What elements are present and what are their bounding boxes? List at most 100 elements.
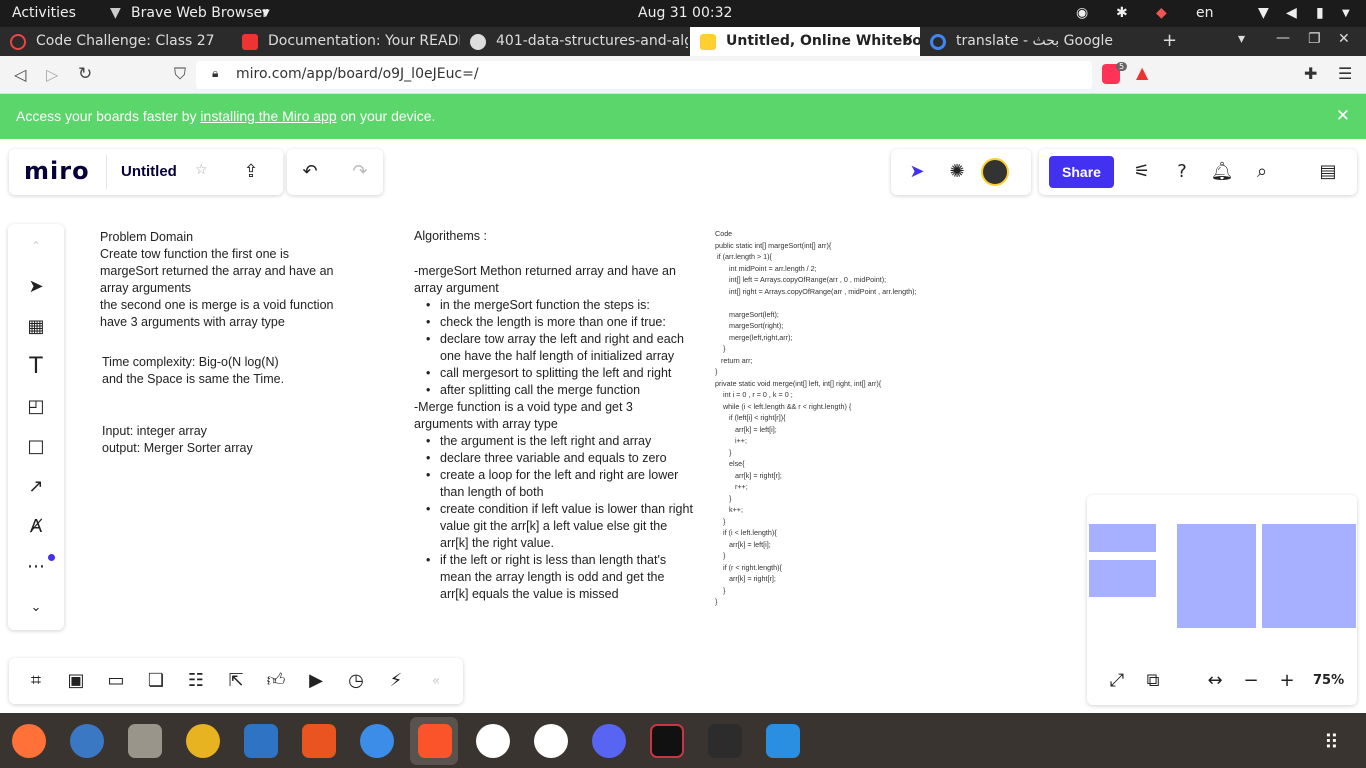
software-center-icon[interactable] [302,724,336,758]
url-field[interactable]: 🔒︎ miro.com/app/board/o9J_l0eJEuc=/ [196,61,1092,89]
share-screen-icon[interactable]: ⇱ [224,669,248,693]
search-icon[interactable]: ⌕ [1250,160,1274,184]
install-app-link[interactable]: installing the Miro app [200,108,336,124]
intellij-icon[interactable] [650,724,684,758]
collapse-bottom-toolbar-icon[interactable]: « [424,669,448,693]
slack-tray-icon[interactable]: ✱ [1116,5,1128,21]
discord-icon[interactable] [592,724,626,758]
fit-to-screen-icon[interactable]: ↔ [1203,669,1227,693]
tab-code-challenge[interactable]: Code Challenge: Class 27 [0,27,232,56]
app-icon[interactable] [476,724,510,758]
sticky-note-icon[interactable]: ◰ [24,395,48,419]
board-list-icon[interactable]: ▤ [1316,160,1340,184]
miro-logo[interactable]: miro [24,157,90,185]
tab-miro[interactable]: Untitled, Online Whitebo ✕ [690,27,920,56]
thunderbird-icon[interactable] [70,724,104,758]
text-tool-icon[interactable]: T [24,355,48,379]
volume-icon[interactable]: ◀ [1286,5,1297,21]
zoom-level[interactable]: 75% [1313,673,1344,688]
share-button[interactable]: Share [1049,156,1114,188]
board-title[interactable]: Untitled [121,163,177,180]
video-icon[interactable]: ▶ [304,669,328,693]
language-indicator[interactable]: en [1196,5,1214,21]
clock[interactable]: Aug 31 00:32 [638,5,732,21]
brave-rewards-icon[interactable]: ▲ [1136,63,1148,82]
vscode-icon[interactable] [766,724,800,758]
app-menu[interactable]: Brave Web Browser [131,5,268,21]
minimap-block [1089,524,1156,552]
terminal-icon[interactable] [708,724,742,758]
whiteboard-canvas[interactable]: miro Untitled ☆ ⇪ ↶ ↷ ➤ ✺ Share ⚟ ? 🔔︎ ⌕… [0,139,1366,713]
tab-google[interactable]: translate - بحث Google [920,27,1152,56]
close-window-icon[interactable]: ✕ [1338,31,1350,47]
forward-icon[interactable]: ▷ [46,65,58,84]
wifi-icon[interactable]: ▼ [1258,5,1269,21]
slack-icon[interactable] [534,724,568,758]
fullscreen-icon[interactable]: ⤢ [1105,669,1129,693]
more-tools-icon[interactable]: ⋯ [24,555,48,579]
reload-icon[interactable]: ↻ [78,64,92,84]
tab-search-icon[interactable]: ▾ [1238,31,1245,47]
tab-title: Untitled, Online Whitebo [726,33,920,49]
show-apps-icon[interactable]: ⠿ [1324,730,1339,754]
tab-github[interactable]: 401-data-structures-and-alg [460,27,688,56]
tray-app-icon[interactable]: ◆ [1156,5,1167,21]
pen-tool-icon[interactable]: Ⱥ [24,515,48,539]
templates-icon[interactable]: ▦ [24,315,48,339]
tab-documentation[interactable]: Documentation: Your READI [232,27,460,56]
activities-button[interactable]: Activities [12,5,76,21]
comments-icon[interactable]: ▭ [104,669,128,693]
avatar[interactable] [981,158,1009,186]
discord-tray-icon[interactable]: ◉ [1076,5,1088,21]
map-icon[interactable]: ⧉ [1141,669,1165,693]
firefox-icon[interactable] [12,724,46,758]
new-tab-icon[interactable]: + [1162,30,1177,51]
zoom-in-icon[interactable]: + [1275,669,1299,693]
redo-icon[interactable]: ↷ [348,160,372,184]
frames-icon[interactable]: ⌗ [24,669,48,693]
export-icon[interactable]: ⇪ [239,160,263,184]
close-banner-icon[interactable]: ✕ [1336,106,1350,126]
writer-icon[interactable] [244,724,278,758]
back-icon[interactable]: ◁ [14,65,26,84]
bell-icon[interactable]: 🔔︎ [1210,160,1234,184]
rhythmbox-icon[interactable] [186,724,220,758]
brave-icon[interactable] [418,724,452,758]
star-icon[interactable]: ☆ [195,162,208,178]
connection-line-icon[interactable]: ↗ [24,475,48,499]
code-text[interactable]: Code public static int[] margeSort(int[]… [715,228,917,608]
algorithms-text[interactable]: Algorithems : -mergeSort Methon returned… [414,228,694,603]
timer-icon[interactable]: ◷ [344,669,368,693]
complexity-text[interactable]: Time complexity: Big-o(N log(N) and the … [102,354,352,388]
select-tool-icon[interactable]: ➤ [24,275,48,299]
help-app-icon[interactable] [360,724,394,758]
list-item: create a loop for the left and right are… [414,467,694,501]
cursor-share-icon[interactable]: ➤ [905,160,929,184]
input-output-text[interactable]: Input: integer array output: Merger Sort… [102,423,352,457]
collapse-toolbar-icon[interactable]: ⌃ [24,234,48,258]
battery-icon[interactable]: ▮ [1316,5,1324,21]
reactions-icon[interactable]: ✺ [945,160,969,184]
zoom-out-icon[interactable]: − [1239,669,1263,693]
chat-icon[interactable]: ❏ [144,669,168,693]
problem-domain-text[interactable]: Problem Domain Create tow function the f… [100,229,350,331]
cards-icon[interactable]: ☷ [184,669,208,693]
extensions-icon[interactable]: ✚ [1304,64,1317,83]
expand-toolbar-icon[interactable]: ⌄ [24,596,48,620]
restore-icon[interactable]: ❐ [1308,31,1321,47]
minimap[interactable]: ⤢ ⧉ ↔ − + 75% [1087,495,1357,705]
like-icon[interactable]: 👍︎ [264,669,288,693]
undo-icon[interactable]: ↶ [298,160,322,184]
bookmark-icon[interactable]: ⛉ [174,64,186,84]
lightning-icon[interactable]: ⚡︎ [384,669,408,693]
files-icon[interactable] [128,724,162,758]
help-icon[interactable]: ? [1170,160,1194,184]
minimize-icon[interactable]: — [1276,30,1290,46]
browser-menu-icon[interactable]: ☰ [1338,64,1352,83]
system-menu-chevron-icon[interactable]: ▼ [1342,8,1350,19]
close-tab-icon[interactable]: ✕ [902,32,914,48]
presentation-icon[interactable]: ▣ [64,669,88,693]
shape-tool-icon[interactable]: □ [24,435,48,459]
settings-sliders-icon[interactable]: ⚟ [1130,160,1154,184]
banner-text: Access your boards faster by [16,108,201,124]
